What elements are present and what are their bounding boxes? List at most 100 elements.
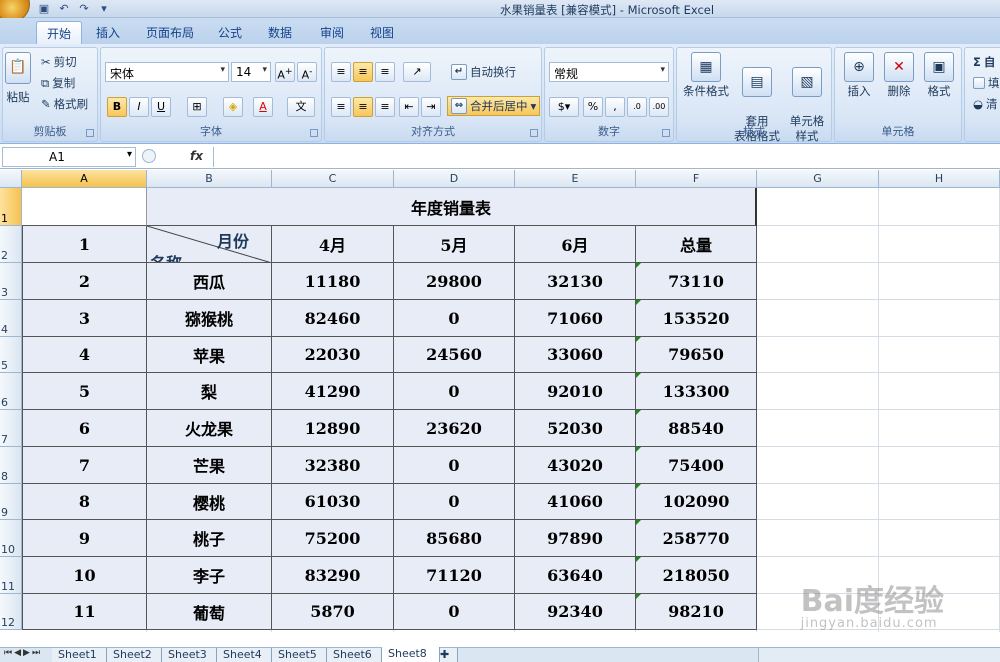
cell-index[interactable]: 7 bbox=[22, 447, 147, 484]
cell-total[interactable]: 88540 bbox=[636, 410, 757, 447]
currency-icon[interactable]: $▾ bbox=[549, 97, 579, 117]
increase-decimal-icon[interactable]: .0 bbox=[627, 97, 647, 117]
cell-total[interactable]: 73110 bbox=[636, 263, 757, 300]
cell-total[interactable]: 79650 bbox=[636, 337, 757, 373]
underline-button[interactable]: U bbox=[151, 97, 171, 117]
cell-june[interactable]: 43020 bbox=[515, 447, 636, 484]
cell-april[interactable]: 32380 bbox=[272, 447, 394, 484]
align-bottom-icon[interactable]: ≡ bbox=[375, 62, 395, 82]
font-size-combo[interactable]: 14 bbox=[231, 62, 271, 82]
cell-name[interactable]: 苹果 bbox=[147, 337, 272, 373]
cell-index[interactable]: 5 bbox=[22, 373, 147, 410]
horizontal-scrollbar[interactable] bbox=[758, 648, 1000, 662]
cell-name[interactable]: 桃子 bbox=[147, 520, 272, 557]
row-header-7[interactable]: 7 bbox=[0, 410, 22, 447]
tab-home[interactable]: 开始 bbox=[36, 21, 83, 45]
cell-may[interactable]: 23620 bbox=[394, 410, 515, 447]
comma-button[interactable]: , bbox=[605, 97, 625, 117]
cell-name[interactable]: 葡萄 bbox=[147, 594, 272, 630]
wrap-text-button[interactable]: ↵ 自动换行 bbox=[451, 64, 516, 80]
cell-june[interactable]: 71060 bbox=[515, 300, 636, 337]
row-header-2[interactable]: 2 bbox=[0, 226, 22, 263]
cell-a1[interactable] bbox=[22, 188, 147, 226]
row-header-1[interactable]: 1 bbox=[0, 188, 22, 226]
header-june-cell[interactable]: 6月 bbox=[515, 226, 636, 263]
cell-index[interactable]: 9 bbox=[22, 520, 147, 557]
tab-view[interactable]: 视图 bbox=[370, 24, 394, 41]
column-header-f[interactable]: F bbox=[636, 170, 757, 188]
cell-april[interactable]: 83290 bbox=[272, 557, 394, 594]
row-header-10[interactable]: 10 bbox=[0, 520, 22, 557]
decrease-decimal-icon[interactable]: .00 bbox=[649, 97, 669, 117]
sheet-title-cell[interactable]: 年度销量表 bbox=[147, 188, 757, 226]
cell-june[interactable]: 92010 bbox=[515, 373, 636, 410]
sheet-tab-sheet4[interactable]: Sheet4 bbox=[217, 648, 272, 662]
tab-data[interactable]: 数据 bbox=[268, 24, 292, 41]
select-all-corner[interactable] bbox=[0, 170, 22, 188]
bold-button[interactable]: B bbox=[107, 97, 127, 117]
column-header-c[interactable]: C bbox=[272, 170, 394, 188]
name-box[interactable]: A1 bbox=[2, 147, 136, 167]
sheet-tab-sheet6[interactable]: Sheet6 bbox=[327, 648, 382, 662]
cell-total[interactable]: 153520 bbox=[636, 300, 757, 337]
cell-index[interactable]: 2 bbox=[22, 263, 147, 300]
cell-april[interactable]: 61030 bbox=[272, 484, 394, 520]
sheet-nav-buttons[interactable]: ⏮◀▶⏭ bbox=[4, 648, 42, 658]
cell-name[interactable]: 火龙果 bbox=[147, 410, 272, 447]
cell-april[interactable]: 75200 bbox=[272, 520, 394, 557]
cell-index[interactable]: 8 bbox=[22, 484, 147, 520]
cell-index[interactable]: 11 bbox=[22, 594, 147, 630]
percent-button[interactable]: % bbox=[583, 97, 603, 117]
sheet-tab-sheet8[interactable]: Sheet8 bbox=[382, 647, 440, 662]
cell-may[interactable]: 0 bbox=[394, 373, 515, 410]
cell-index[interactable]: 4 bbox=[22, 337, 147, 373]
column-header-d[interactable]: D bbox=[394, 170, 515, 188]
cell-total[interactable]: 218050 bbox=[636, 557, 757, 594]
cell-name[interactable]: 梨 bbox=[147, 373, 272, 410]
cell-total[interactable]: 98210 bbox=[636, 594, 757, 630]
customize-qat-icon[interactable]: ▾ bbox=[96, 1, 112, 16]
font-launcher-icon[interactable] bbox=[310, 129, 318, 137]
clear-button[interactable]: ◒ 清 bbox=[973, 96, 998, 112]
header-index-cell[interactable]: 1 bbox=[22, 226, 147, 263]
cell-april[interactable]: 82460 bbox=[272, 300, 394, 337]
cell-april[interactable]: 22030 bbox=[272, 337, 394, 373]
cell-june[interactable]: 92340 bbox=[515, 594, 636, 630]
cell-may[interactable]: 71120 bbox=[394, 557, 515, 594]
column-header-e[interactable]: E bbox=[515, 170, 636, 188]
merge-dropdown-icon[interactable]: ▾ bbox=[531, 99, 537, 113]
merge-center-button[interactable]: ⇔ 合并后居中 ▾ bbox=[447, 96, 541, 116]
align-middle-icon[interactable]: ≡ bbox=[353, 62, 373, 82]
undo-icon[interactable]: ↶ bbox=[56, 1, 72, 16]
cell-total[interactable]: 133300 bbox=[636, 373, 757, 410]
increase-indent-icon[interactable]: ⇥ bbox=[421, 97, 441, 117]
cell-april[interactable]: 41290 bbox=[272, 373, 394, 410]
column-header-b[interactable]: B bbox=[147, 170, 272, 188]
insert-function-button[interactable]: fx bbox=[190, 149, 203, 163]
header-may-cell[interactable]: 5月 bbox=[394, 226, 515, 263]
align-left-icon[interactable]: ≡ bbox=[331, 97, 351, 117]
grow-font-icon[interactable]: A+ bbox=[275, 62, 295, 82]
sheet-tab-sheet2[interactable]: Sheet2 bbox=[107, 648, 162, 662]
tab-insert[interactable]: 插入 bbox=[96, 24, 120, 41]
align-top-icon[interactable]: ≡ bbox=[331, 62, 351, 82]
row-header-9[interactable]: 9 bbox=[0, 484, 22, 520]
cell-index[interactable]: 10 bbox=[22, 557, 147, 594]
tab-page-layout[interactable]: 页面布局 bbox=[146, 24, 194, 41]
alignment-launcher-icon[interactable] bbox=[530, 129, 538, 137]
redo-icon[interactable]: ↷ bbox=[76, 1, 92, 16]
cell-may[interactable]: 0 bbox=[394, 300, 515, 337]
row-header-6[interactable]: 6 bbox=[0, 373, 22, 410]
format-cells-button[interactable]: ▣ 格式 bbox=[919, 52, 959, 99]
cell-may[interactable]: 24560 bbox=[394, 337, 515, 373]
format-painter-button[interactable]: ✎ 格式刷 bbox=[41, 96, 88, 112]
insert-cells-button[interactable]: ⊕ 插入 bbox=[839, 52, 879, 99]
phonetic-icon[interactable]: 文 bbox=[287, 97, 315, 117]
cell-april[interactable]: 11180 bbox=[272, 263, 394, 300]
autosum-button[interactable]: Σ自 bbox=[973, 54, 995, 70]
cell-total[interactable]: 75400 bbox=[636, 447, 757, 484]
row-header-11[interactable]: 11 bbox=[0, 557, 22, 594]
borders-icon[interactable]: ⊞ bbox=[187, 97, 207, 117]
header-april-cell[interactable]: 4月 bbox=[272, 226, 394, 263]
orientation-icon[interactable]: ↗ bbox=[403, 62, 431, 82]
